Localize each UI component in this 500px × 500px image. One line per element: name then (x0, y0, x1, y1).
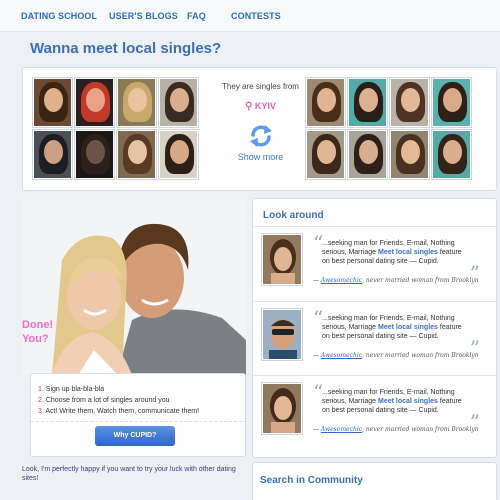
single-photo[interactable] (348, 130, 387, 179)
single-photo[interactable] (432, 130, 471, 179)
single-photo[interactable] (432, 78, 471, 127)
divider (31, 421, 247, 422)
step-item: 1. Sign up bla-bla-bla (38, 384, 199, 395)
look-around-panel: Look around “ ...seeking man for Friends… (252, 198, 497, 458)
map-pin-icon: ⚲ (245, 101, 253, 112)
city-link[interactable]: ⚲ KYIV (208, 101, 313, 112)
testimonial-item: “ ...seeking man for Friends, E-mail, No… (253, 301, 496, 374)
refresh-icon[interactable] (247, 122, 275, 150)
single-photo[interactable] (75, 130, 114, 179)
single-photo[interactable] (117, 78, 156, 127)
sig-rest: , never married woman from Brooklyn (362, 426, 479, 433)
step-number: 2. (38, 397, 44, 404)
step-text: Sign up bla-bla-bla (45, 386, 105, 393)
single-photo[interactable] (159, 130, 198, 179)
done-overlay-text: Done! You? (22, 319, 54, 345)
highlight-link[interactable]: Meet local singles (378, 249, 438, 256)
single-photo[interactable] (159, 78, 198, 127)
top-navigation: DATING SCHOOL USER'S BLOGS FAQ CONTESTS (0, 0, 500, 32)
step-number: 1. (38, 386, 44, 393)
testimonial-signature: — Awesomechic, never married woman from … (313, 277, 489, 284)
highlight-link[interactable]: Meet local singles (378, 398, 438, 405)
sig-rest: , never married woman from Brooklyn (362, 352, 479, 359)
testimonial-signature: — Awesomechic, never married woman from … (313, 426, 489, 433)
testimonial-signature: — Awesomechic, never married woman from … (313, 352, 489, 359)
steps-box: 1. Sign up bla-bla-bla 2. Choose from a … (30, 373, 247, 457)
nav-contests[interactable]: CONTESTS (231, 11, 281, 21)
look-around-title: Look around (263, 210, 324, 221)
sig-dash: — (313, 426, 321, 433)
couple-photo: Done! You? (22, 200, 246, 375)
highlight-link[interactable]: Meet local singles (378, 324, 438, 331)
steps-list: 1. Sign up bla-bla-bla 2. Choose from a … (38, 384, 199, 417)
show-more-link[interactable]: Show more (208, 152, 313, 162)
nav-users-blogs[interactable]: USER'S BLOGS (109, 11, 178, 21)
username-link[interactable]: Awesomechic (321, 277, 362, 284)
nav-dating-school[interactable]: DATING SCHOOL (21, 11, 97, 21)
sig-rest: , never married woman from Brooklyn (362, 277, 479, 284)
testimonial-item: “ ...seeking man for Friends, E-mail, No… (253, 375, 496, 448)
step-number: 3. (38, 408, 44, 415)
search-community-panel: Search in Community (252, 462, 497, 500)
page-title: Wanna meet local singles? (30, 40, 222, 57)
testimonial-text: ...seeking man for Friends, E-mail, Noth… (322, 314, 466, 341)
testimonial-item: “ ...seeking man for Friends, E-mail, No… (253, 227, 496, 300)
single-photo[interactable] (348, 78, 387, 127)
single-photo[interactable] (306, 130, 345, 179)
username-link[interactable]: Awesomechic (321, 426, 362, 433)
search-community-title: Search in Community (260, 475, 363, 486)
location-info: They are singles from ⚲ KYIV Show more (208, 82, 313, 162)
why-cupid-button[interactable]: Why CUPID? (95, 426, 175, 446)
single-photo[interactable] (390, 78, 429, 127)
single-photo[interactable] (33, 130, 72, 179)
single-photo[interactable] (390, 130, 429, 179)
single-photo[interactable] (33, 78, 72, 127)
single-photo[interactable] (306, 78, 345, 127)
city-name: KYIV (254, 101, 276, 111)
testimonial-text: ...seeking man for Friends, E-mail, Noth… (322, 239, 466, 266)
nav-faq[interactable]: FAQ (187, 11, 206, 21)
step-item: 3. Act! Write them, Watch them, communic… (38, 406, 199, 417)
member-photo[interactable] (262, 309, 302, 360)
promo-section: Done! You? 1. Sign up bla-bla-bla 2. Cho… (22, 200, 247, 457)
singles-from-label: They are singles from (222, 82, 299, 91)
member-photo[interactable] (262, 234, 302, 285)
step-item: 2. Choose from a lot of singles around y… (38, 395, 199, 406)
step-text: Choose from a lot of singles around you (45, 397, 170, 404)
testimonial-text: ...seeking man for Friends, E-mail, Noth… (322, 388, 466, 415)
footer-note: Look, I'm perfectly happy if you want to… (22, 466, 236, 482)
step-text: Act! Write them, Watch them, communicate… (45, 408, 200, 415)
sig-dash: — (313, 352, 321, 359)
single-photo[interactable] (117, 130, 156, 179)
username-link[interactable]: Awesomechic (321, 352, 362, 359)
singles-gallery: They are singles from ⚲ KYIV Show more (22, 67, 497, 191)
sig-dash: — (313, 277, 321, 284)
single-photo[interactable] (75, 78, 114, 127)
member-photo[interactable] (262, 383, 302, 434)
